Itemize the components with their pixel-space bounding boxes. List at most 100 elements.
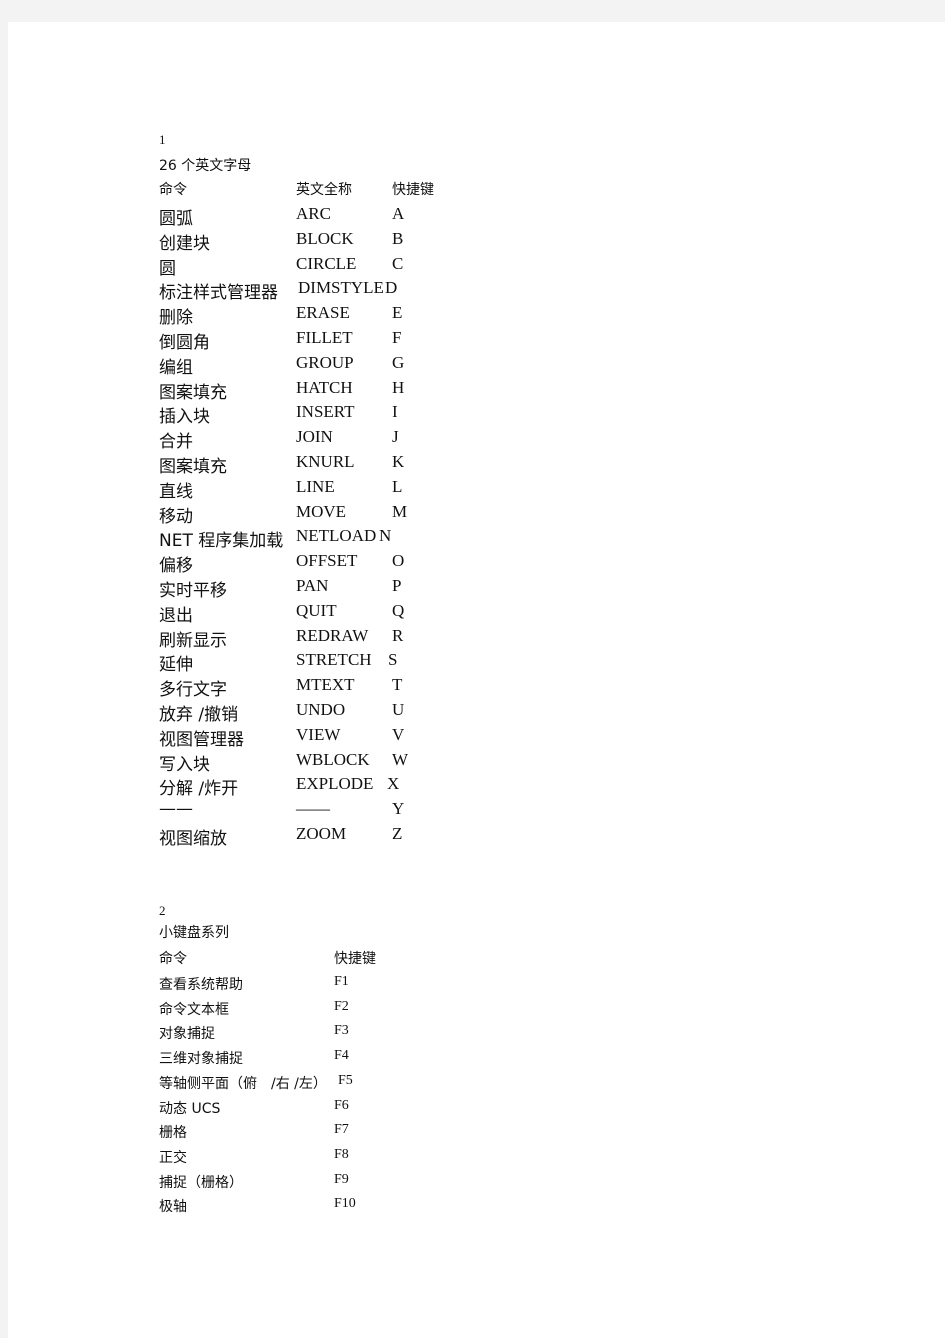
section-2-title: 小键盘系列 bbox=[159, 925, 229, 941]
command-cell: —— bbox=[159, 799, 193, 820]
table-row: 退出 QUIT Q bbox=[159, 600, 459, 626]
command-cell: NET 程序集加载 bbox=[159, 531, 284, 552]
shortcut-key-cell: F2 bbox=[334, 998, 349, 1014]
command-cell: 对象捕捉 bbox=[159, 1026, 215, 1043]
shortcut-key-cell: M bbox=[392, 501, 408, 521]
command-cell: 圆弧 bbox=[159, 209, 193, 229]
table-row: 动态 UCS F6 bbox=[159, 1098, 419, 1118]
table-row: 分解 /炸开 EXPLODE X bbox=[159, 774, 459, 799]
table-row: 正交 F8 bbox=[159, 1147, 419, 1167]
command-cell: 图案填充 bbox=[159, 382, 227, 403]
shortcut-key-cell: K bbox=[392, 452, 405, 471]
table-row: 图案填充 KNURL K bbox=[159, 452, 459, 477]
section-1-number: 1 bbox=[159, 132, 166, 147]
table-row: 命令文本框 F2 bbox=[159, 999, 419, 1019]
command-cell: 创建块 bbox=[159, 233, 210, 254]
table-row: 倒圆角 FILLET F bbox=[159, 328, 459, 353]
table-row: 三维对象捕捉 F4 bbox=[159, 1048, 419, 1068]
shortcut-key-cell: S bbox=[388, 650, 398, 670]
english-name-cell: VIEW bbox=[296, 724, 341, 744]
table-row: 移动 MOVE M bbox=[159, 501, 459, 527]
table-row: 标注样式管理器 DIMSTYLE D bbox=[159, 278, 459, 303]
header-shortcut: 快捷键 bbox=[392, 182, 434, 198]
table-row: 创建块 BLOCK B bbox=[159, 228, 459, 254]
table-row: 查看系统帮助 F1 bbox=[159, 974, 419, 994]
english-name-cell: HATCH bbox=[296, 377, 353, 397]
table-row: 放弃 /撤销 UNDO U bbox=[159, 700, 459, 725]
shortcut-key-cell: F3 bbox=[334, 1023, 349, 1039]
command-cell: 移动 bbox=[159, 506, 193, 527]
table-row: 圆弧 ARC A bbox=[159, 204, 459, 229]
shortcut-key-cell: B bbox=[392, 228, 404, 248]
table-row: 延伸 STRETCH S bbox=[159, 650, 459, 676]
table-row: 对象捕捉 F3 bbox=[159, 1023, 419, 1043]
shortcut-key-cell: T bbox=[392, 675, 403, 695]
command-cell: 正交 bbox=[159, 1149, 187, 1166]
command-cell: 命令文本框 bbox=[159, 1001, 229, 1018]
command-cell: 删除 bbox=[159, 308, 193, 329]
table-row: 图案填充 HATCH H bbox=[159, 377, 459, 403]
table-row: 写入块 WBLOCK W bbox=[159, 749, 459, 775]
command-cell: 放弃 /撤销 bbox=[159, 705, 239, 725]
command-cell: 动态 UCS bbox=[159, 1100, 221, 1117]
shortcut-key-cell: V bbox=[392, 724, 405, 744]
command-cell: 等轴侧平面（俯 /右 /左） bbox=[159, 1075, 327, 1092]
shortcut-key-cell: Y bbox=[392, 799, 405, 819]
english-name-cell: QUIT bbox=[296, 600, 337, 620]
header-command: 命令 bbox=[159, 182, 187, 198]
command-cell: 查看系统帮助 bbox=[159, 977, 243, 993]
table-row: 等轴侧平面（俯 /右 /左） F5 bbox=[159, 1073, 419, 1093]
shortcut-key-cell: C bbox=[392, 253, 404, 273]
section-2-header-row: 命令 快捷键 bbox=[159, 948, 419, 967]
command-cell: 插入块 bbox=[159, 407, 210, 428]
section-1-header-row: 命令 英文全称 快捷键 bbox=[159, 179, 459, 198]
shortcut-key-cell: G bbox=[392, 352, 405, 372]
table-row: 多行文字 MTEXT T bbox=[159, 675, 459, 700]
table-row: 刷新显示 REDRAW R bbox=[159, 625, 459, 651]
document-page: 1 26 个英文字母 命令 英文全称 快捷键 圆弧 ARC A 创建块 BLOCK B 圆 C… bbox=[8, 22, 945, 1338]
shortcut-key-cell: L bbox=[392, 476, 403, 496]
shortcut-key-cell: N bbox=[379, 526, 392, 546]
shortcut-key-cell: F1 bbox=[334, 974, 349, 989]
table-row: 捕捉（栅格） F9 bbox=[159, 1172, 419, 1192]
shortcut-key-cell: Z bbox=[392, 824, 403, 843]
english-name-cell: MTEXT bbox=[296, 675, 355, 695]
english-name-cell: REDRAW bbox=[296, 625, 369, 645]
table-row: 视图缩放 ZOOM Z bbox=[159, 824, 459, 849]
english-name-cell: ERASE bbox=[296, 303, 350, 323]
command-cell: 圆 bbox=[159, 258, 176, 279]
command-cell: 退出 bbox=[159, 605, 193, 626]
english-name-cell: NETLOAD bbox=[296, 526, 377, 546]
shortcut-key-cell: A bbox=[392, 204, 405, 223]
shortcut-key-cell: D bbox=[385, 278, 398, 298]
header-english-name: 英文全称 bbox=[296, 182, 352, 198]
shortcut-key-cell: J bbox=[392, 427, 399, 447]
shortcut-key-cell: U bbox=[392, 700, 405, 719]
english-name-cell: DIMSTYLE bbox=[298, 278, 384, 298]
shortcut-key-cell: W bbox=[392, 749, 409, 769]
english-name-cell: CIRCLE bbox=[296, 253, 357, 273]
english-name-cell: UNDO bbox=[296, 700, 346, 719]
shortcut-key-cell: H bbox=[392, 377, 405, 397]
table-row: 视图管理器 VIEW V bbox=[159, 724, 459, 750]
english-name-cell: ZOOM bbox=[296, 824, 347, 843]
table-row: 偏移 OFFSET O bbox=[159, 551, 459, 576]
header-shortcut: 快捷键 bbox=[334, 951, 376, 967]
english-name-cell: STRETCH bbox=[296, 650, 372, 670]
command-cell: 视图管理器 bbox=[159, 729, 244, 750]
section-1-title: 26 个英文字母 bbox=[159, 158, 252, 174]
table-row: 直线 LINE L bbox=[159, 476, 459, 502]
table-row: 编组 GROUP G bbox=[159, 352, 459, 378]
shortcut-key-cell: F bbox=[392, 328, 402, 347]
shortcut-key-cell: R bbox=[392, 625, 404, 645]
command-cell: 栅格 bbox=[159, 1125, 187, 1142]
command-cell: 延伸 bbox=[159, 655, 193, 676]
english-name-cell: FILLET bbox=[296, 328, 353, 347]
table-row: 删除 ERASE E bbox=[159, 303, 459, 329]
table-row: 插入块 INSERT I bbox=[159, 402, 459, 428]
header-command: 命令 bbox=[159, 951, 187, 967]
command-cell: 倒圆角 bbox=[159, 333, 210, 353]
english-name-cell: OFFSET bbox=[296, 551, 358, 571]
english-name-cell: MOVE bbox=[296, 501, 347, 521]
shortcut-key-cell: I bbox=[392, 402, 398, 422]
